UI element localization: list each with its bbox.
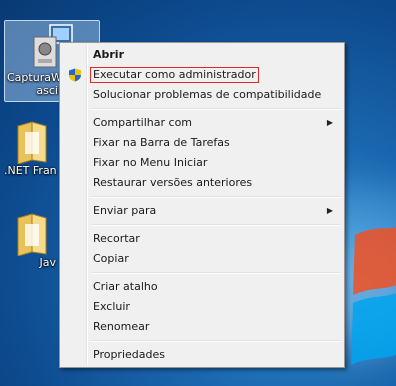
menu-separator [92,108,340,110]
menu-item-renomear[interactable]: Renomear [62,317,342,337]
menu-item-solucionar-problemas[interactable]: Solucionar problemas de compatibilidade [62,85,342,105]
submenu-arrow-icon: ▶ [326,118,333,127]
menu-item-fixar-menu-iniciar[interactable]: Fixar no Menu Iniciar [62,153,342,173]
menu-separator [92,196,340,198]
context-menu: Abrir Executar como administrador Soluci… [59,42,345,368]
menu-item-label: Fixar no Menu Iniciar [93,156,208,169]
menu-item-label: Restaurar versões anteriores [93,176,253,189]
menu-item-label: Enviar para [93,204,157,217]
menu-item-executar-como-administrador[interactable]: Executar como administrador [62,65,342,85]
highlight-box: Executar como administrador [90,67,259,83]
menu-separator [92,340,340,342]
menu-item-restaurar-versoes[interactable]: Restaurar versões anteriores [62,173,342,193]
menu-item-label: Copiar [93,252,129,265]
menu-item-label: Executar como administrador [93,68,256,81]
menu-item-copiar[interactable]: Copiar [62,249,342,269]
uac-shield-icon [69,68,81,82]
menu-item-label: Criar atalho [93,280,158,293]
menu-item-excluir[interactable]: Excluir [62,297,342,317]
desktop-icon-dotnet[interactable]: .NET Fran [4,120,60,177]
menu-item-label: Solucionar problemas de compatibilidade [93,88,322,101]
menu-item-recortar[interactable]: Recortar [62,229,342,249]
menu-item-label: Excluir [93,300,130,313]
menu-item-fixar-barra-tarefas[interactable]: Fixar na Barra de Tarefas [62,133,342,153]
menu-separator [92,224,340,226]
menu-item-label: Propriedades [93,348,165,361]
menu-item-abrir[interactable]: Abrir [62,45,342,65]
desktop-icon-java[interactable]: Jav [4,212,60,269]
menu-item-label: Renomear [93,320,150,333]
folder-icon [17,121,47,164]
folder-icon [17,213,47,256]
desktop-icon-label: Jav [39,256,57,269]
menu-item-label: Compartilhar com [93,116,193,129]
menu-item-propriedades[interactable]: Propriedades [62,345,342,365]
submenu-arrow-icon: ▶ [326,206,333,215]
desktop-icon-label: .NET Fran [4,164,57,177]
desktop: CapturaW ascii .NET Fran Jav Abrir Execu [0,0,396,386]
menu-item-compartilhar-com[interactable]: Compartilhar com ▶ [62,113,342,133]
menu-item-enviar-para[interactable]: Enviar para ▶ [62,201,342,221]
windows-logo-icon [351,227,396,365]
menu-item-criar-atalho[interactable]: Criar atalho [62,277,342,297]
menu-item-label: Recortar [93,232,140,245]
menu-item-label: Fixar na Barra de Tarefas [93,136,230,149]
menu-separator [92,272,340,274]
menu-item-label: Abrir [93,48,125,61]
